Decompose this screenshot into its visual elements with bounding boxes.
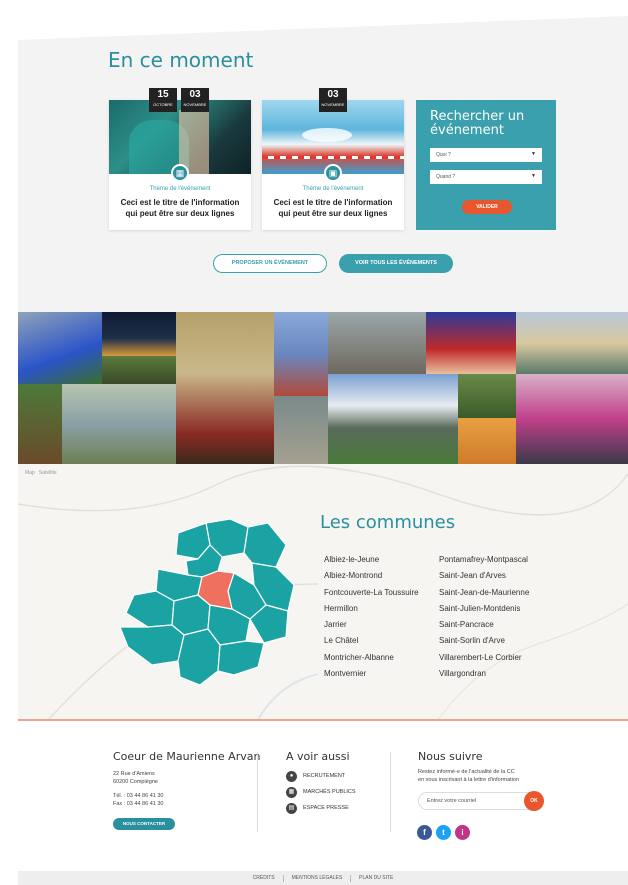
photo-vehicles — [102, 356, 176, 384]
validate-button[interactable]: VALIDER — [462, 200, 512, 214]
commune-link[interactable]: Le Châtel — [324, 633, 419, 649]
photo-show — [458, 418, 516, 464]
photo-dancers — [176, 312, 274, 464]
commune-shape — [177, 628, 221, 686]
communes-list-1: Albiez-le-Jeune Albiez-Montrond Fontcouv… — [324, 552, 419, 682]
follow-title: Nous suivre — [418, 750, 483, 763]
newspaper-icon: ▤ — [286, 802, 297, 814]
contact-button[interactable]: NOUS CONTACTER — [113, 818, 175, 830]
photo-horse-race — [458, 374, 516, 418]
tab-map[interactable]: Map — [25, 470, 35, 476]
twitter-icon[interactable]: t — [436, 825, 451, 840]
event-theme: Thème de l'événement — [302, 186, 364, 192]
when-select[interactable]: Quand ? — [430, 170, 542, 184]
events-title: En ce moment — [108, 48, 254, 72]
people-icon: ● — [286, 770, 297, 782]
communes-list-2: Pontamafrey-Montpascal Saint-Jean d'Arve… — [439, 552, 529, 682]
footer-divider — [257, 752, 258, 832]
commune-link[interactable]: Montvernier — [324, 666, 419, 682]
org-title: Coeur de Maurienne Arvan — [113, 750, 261, 763]
section-divider — [18, 719, 628, 721]
commune-link[interactable]: Saint-Julien-Montdenis — [439, 601, 529, 617]
calendar-icon: ▦ — [171, 164, 189, 182]
link-public-markets[interactable]: ▦ MARCHÉS PUBLICS — [286, 786, 356, 798]
photo-wildlife — [62, 384, 176, 464]
photo-tower — [274, 312, 328, 396]
event-card-1[interactable]: 15 Octobre 03 Novembre ▦ Thème de l'événem… — [109, 88, 251, 230]
fax: Fax : 03 44 86 41 30 — [113, 801, 164, 807]
search-title: Rechercher un événement — [430, 109, 525, 138]
link-recruitment[interactable]: ● RECRUTEMENT — [286, 770, 345, 782]
bottom-links-bar: CRÉDITS MENTIONS LÉGALES PLAN DU SITE — [18, 871, 628, 885]
tab-satellite[interactable]: Satellite — [39, 470, 57, 476]
commune-link[interactable]: Jarrier — [324, 617, 419, 633]
photo-night-town — [102, 312, 176, 356]
facebook-icon[interactable]: f — [417, 825, 432, 840]
follow-text-1: Restez informé-e de l'actualité de la CC — [418, 769, 515, 775]
commune-link[interactable]: Montricher-Albanne — [324, 650, 419, 666]
credits-link[interactable]: CRÉDITS — [245, 875, 283, 881]
commune-shape — [243, 522, 287, 568]
photo-motorbike — [18, 312, 102, 384]
legal-link[interactable]: MENTIONS LÉGALES — [284, 875, 351, 881]
date-badge-end: 03 Novembre — [181, 88, 209, 112]
newsletter-email-input[interactable]: Entrez votre courriel — [418, 792, 536, 810]
commune-link[interactable]: Albiez-le-Jeune — [324, 552, 419, 568]
commune-link[interactable]: Saint-Jean-de-Maurienne — [439, 585, 529, 601]
commune-shape — [119, 624, 185, 666]
commune-shape — [125, 590, 175, 628]
photo-mosaic — [18, 312, 628, 464]
page: { "events": { "title": "En ce moment", "… — [0, 0, 628, 885]
event-title[interactable]: Ceci est le titre de l'information qui p… — [268, 197, 398, 219]
commune-link[interactable]: Pontamafrey-Montpascal — [439, 552, 529, 568]
commune-link[interactable]: Hermillon — [324, 601, 419, 617]
see-also-title: A voir aussi — [286, 750, 350, 763]
propose-event-button[interactable]: PROPOSER UN ÉVÉNEMENT — [213, 254, 327, 273]
date-badge: 03 Novembre — [319, 88, 347, 112]
instagram-icon[interactable]: i — [455, 825, 470, 840]
event-title[interactable]: Ceci est le titre de l'information qui p… — [115, 197, 245, 219]
commune-link[interactable]: Fontcouverte-La Toussuire — [324, 585, 419, 601]
photo-volleyball — [516, 374, 628, 464]
phone: Tél. : 03 44 86 41 30 — [113, 793, 164, 799]
photo-bay — [516, 312, 628, 374]
communes-title: Les communes — [320, 512, 456, 533]
communes-map[interactable] — [118, 515, 298, 687]
photo-horse-rider — [18, 384, 62, 464]
commune-link[interactable]: Villarembert-Le Corbier — [439, 650, 529, 666]
commune-link[interactable]: Albiez-Montrond — [324, 568, 419, 584]
photo-seal — [274, 396, 328, 464]
sitemap-link[interactable]: PLAN DU SITE — [351, 875, 401, 881]
what-select[interactable]: Quoi ? — [430, 148, 542, 162]
follow-text-2: en vous inscrivant à la lettre d'informa… — [418, 777, 520, 783]
link-press[interactable]: ▤ ESPACE PRESSE — [286, 802, 349, 814]
event-search-panel: Rechercher un événement Quoi ? Quand ? V… — [416, 100, 556, 230]
ticket-icon: ▣ — [324, 164, 342, 182]
newsletter-ok-button[interactable]: OK — [524, 791, 544, 811]
commune-link[interactable]: Villargondran — [439, 666, 529, 682]
date-badge: 15 Octobre — [149, 88, 177, 112]
photo-mountains — [328, 374, 458, 464]
event-image-1: 15 Octobre 03 Novembre — [109, 88, 251, 174]
map-section[interactable] — [18, 464, 628, 720]
address-line-1: 22 Rue d'Amiens — [113, 771, 155, 777]
photo-supporters — [426, 312, 516, 374]
commune-shape — [217, 640, 265, 676]
event-card-2[interactable]: 03 Novembre ▣ Thème de l'événement Ceci e… — [262, 88, 404, 230]
event-theme: Thème de l'événement — [149, 186, 211, 192]
photo-beach-people — [328, 312, 426, 374]
event-image-2: 03 Novembre — [262, 88, 404, 174]
map-background-roads — [18, 465, 628, 720]
grid-icon: ▦ — [286, 786, 297, 798]
footer-divider — [390, 752, 391, 832]
address-line-2: 60200 Compiègne — [113, 779, 158, 785]
map-type-tabs[interactable]: Map Satellite — [25, 470, 57, 476]
commune-link[interactable]: Saint-Jean d'Arves — [439, 568, 529, 584]
commune-link[interactable]: Saint-Sorlin d'Arve — [439, 633, 529, 649]
all-events-button[interactable]: VOIR TOUS LES ÉVÉNEMENTS — [339, 254, 453, 273]
commune-link[interactable]: Saint-Pancrace — [439, 617, 529, 633]
